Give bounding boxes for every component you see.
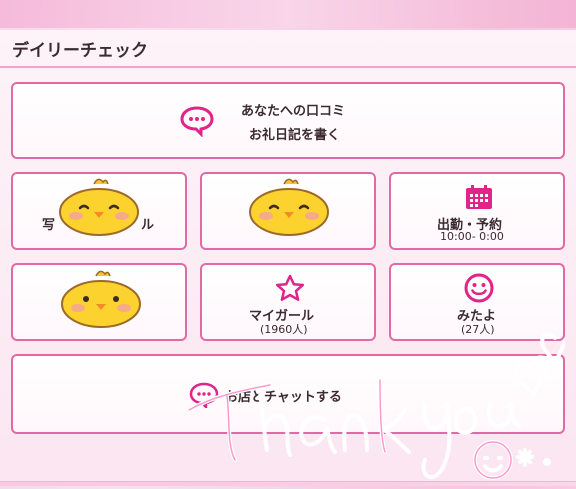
- chick-sticker: [246, 176, 332, 236]
- top-strip: [0, 0, 576, 28]
- shift-time: 10:00- 0:00: [440, 230, 504, 243]
- shop-chat-button[interactable]: お店とチャットする: [11, 354, 565, 434]
- calendar-icon: [465, 184, 493, 210]
- my-girl-tile[interactable]: マイガール (1960人): [200, 263, 376, 341]
- mitayo-count: (27人): [461, 323, 495, 336]
- section-title: デイリーチェック: [12, 41, 148, 61]
- star-icon: [275, 274, 305, 302]
- chat-label: お店とチャットする: [225, 390, 342, 405]
- mitayo-tile[interactable]: みたよ (27人): [389, 263, 565, 341]
- shift-reservation-tile[interactable]: 出勤・予約 10:00- 0:00: [389, 172, 565, 250]
- photo-label-left: 写: [42, 218, 56, 233]
- chick-sticker: [56, 176, 142, 236]
- review-diary-button[interactable]: あなたへの口コミ お礼日記を書く: [11, 82, 565, 159]
- chat-icon: [189, 382, 219, 411]
- my-girl-count: (1960人): [260, 323, 308, 336]
- chat-bubble-icon: [179, 105, 215, 138]
- photo-label-right: ル: [141, 218, 155, 233]
- title-divider: [0, 66, 576, 68]
- review-label-line2: お礼日記を書く: [249, 128, 341, 143]
- smile-icon: [463, 272, 495, 304]
- chick-sticker: [58, 268, 144, 328]
- review-label-line1: あなたへの口コミ: [241, 104, 346, 119]
